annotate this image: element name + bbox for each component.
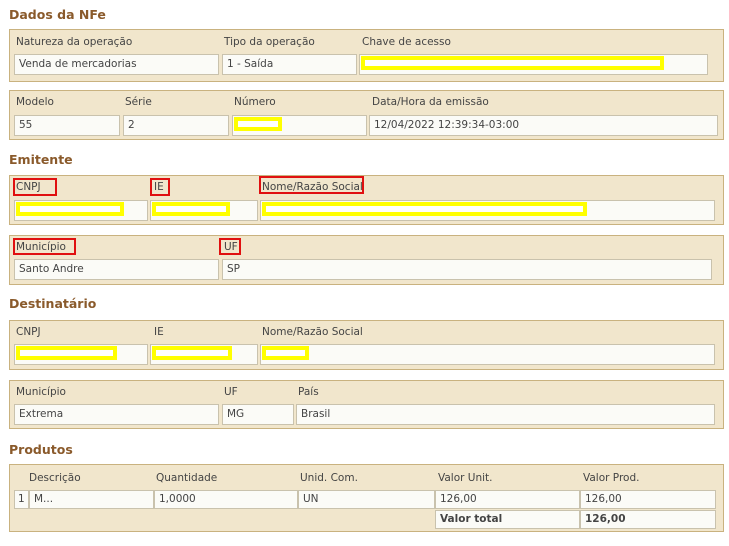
- destinatario-nome-redaction: [262, 346, 309, 360]
- nfe-identification-panel: Modelo Série Número Data/Hora da emissão…: [9, 90, 724, 140]
- emitente-nome-redaction: [262, 202, 587, 216]
- row-unidade: UN: [298, 490, 435, 509]
- destinatario-municipio-label: Município: [16, 386, 66, 398]
- destinatario-cnpj-label: CNPJ: [16, 326, 41, 338]
- destinatario-id-panel: CNPJ IE Nome/Razão Social: [9, 320, 724, 370]
- chave-label: Chave de acesso: [362, 36, 451, 48]
- numero-redaction: [234, 117, 282, 131]
- destinatario-nome-label: Nome/Razão Social: [262, 326, 363, 338]
- destinatario-pais-label: País: [298, 386, 319, 398]
- emitente-uf-field[interactable]: SP: [222, 259, 712, 280]
- tipo-label: Tipo da operação: [224, 36, 315, 48]
- total-label: Valor total: [435, 510, 580, 529]
- emitente-id-panel: CNPJ IE Nome/Razão Social: [9, 175, 724, 225]
- produtos-section-title: Produtos: [9, 442, 73, 457]
- natureza-label: Natureza da operação: [16, 36, 133, 48]
- emitente-cnpj-highlight: [13, 178, 57, 196]
- modelo-field[interactable]: 55: [14, 115, 120, 136]
- destinatario-nome-field[interactable]: [260, 344, 715, 365]
- destinatario-section-title: Destinatário: [9, 296, 97, 311]
- chave-redaction: [361, 56, 664, 70]
- data-label: Data/Hora da emissão: [372, 96, 489, 108]
- row-index: 1: [14, 490, 29, 509]
- destinatario-address-panel: Município UF País Extrema MG Brasil: [9, 380, 724, 429]
- row-valor-prod: 126,00: [580, 490, 716, 509]
- row-quantidade: 1,0000: [154, 490, 298, 509]
- natureza-field[interactable]: Venda de mercadorias: [14, 54, 219, 75]
- emitente-municipio-field[interactable]: Santo Andre: [14, 259, 219, 280]
- emitente-cnpj-redaction: [16, 202, 124, 216]
- header-unidade: Unid. Com.: [300, 472, 358, 484]
- modelo-label: Modelo: [16, 96, 54, 108]
- destinatario-cnpj-redaction: [16, 346, 117, 360]
- serie-label: Série: [125, 96, 152, 108]
- produtos-table-panel: Descrição Quantidade Unid. Com. Valor Un…: [9, 464, 724, 532]
- serie-field[interactable]: 2: [123, 115, 229, 136]
- emitente-municipio-highlight: [13, 238, 76, 255]
- destinatario-ie-label: IE: [154, 326, 164, 338]
- header-valor-prod: Valor Prod.: [583, 472, 640, 484]
- emitente-section-title: Emitente: [9, 152, 73, 167]
- destinatario-uf-field[interactable]: MG: [222, 404, 294, 425]
- data-field[interactable]: 12/04/2022 12:39:34-03:00: [369, 115, 718, 136]
- header-quantidade: Quantidade: [156, 472, 218, 484]
- destinatario-pais-field[interactable]: Brasil: [296, 404, 715, 425]
- row-valor-unit: 126,00: [435, 490, 580, 509]
- emitente-nome-highlight: [259, 176, 364, 194]
- destinatario-municipio-field[interactable]: Extrema: [14, 404, 219, 425]
- numero-label: Número: [234, 96, 276, 108]
- emitente-address-panel: Município UF Santo Andre SP: [9, 235, 724, 285]
- tipo-field[interactable]: 1 - Saída: [222, 54, 357, 75]
- row-descricao: M...: [29, 490, 154, 509]
- header-valor-unit: Valor Unit.: [438, 472, 493, 484]
- emitente-ie-highlight: [150, 178, 170, 196]
- destinatario-uf-label: UF: [224, 386, 238, 398]
- nfe-section-title: Dados da NFe: [9, 7, 106, 22]
- header-descricao: Descrição: [29, 472, 81, 484]
- destinatario-ie-redaction: [152, 346, 232, 360]
- total-value: 126,00: [580, 510, 716, 529]
- emitente-uf-highlight: [219, 238, 241, 255]
- nfe-operation-panel: Natureza da operação Tipo da operação Ch…: [9, 29, 724, 82]
- emitente-ie-redaction: [152, 202, 230, 216]
